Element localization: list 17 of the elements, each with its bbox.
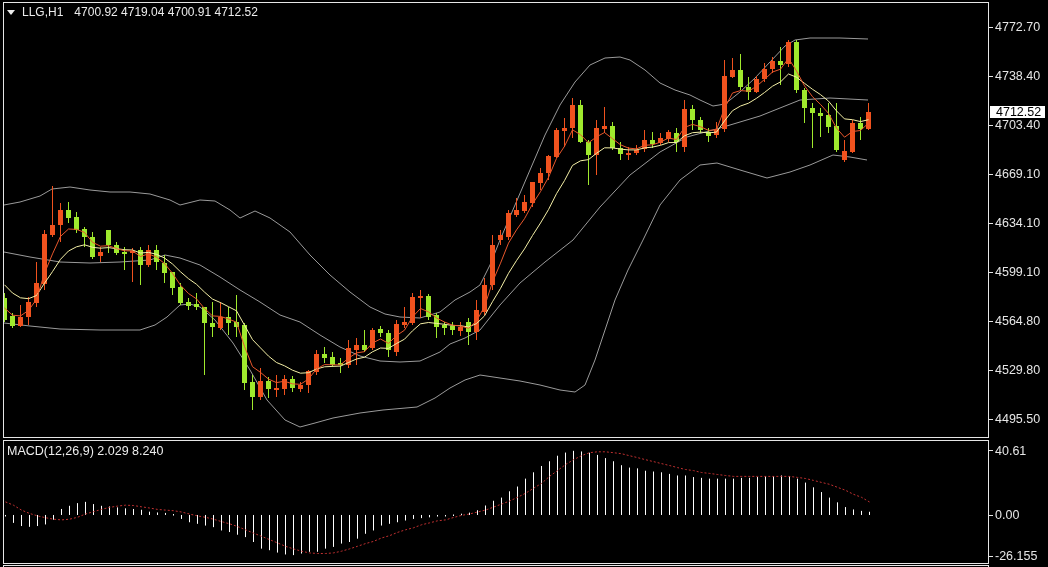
- macd-axis-label: -26.155: [995, 549, 1038, 564]
- price-axis-label: 4772.70: [995, 20, 1041, 34]
- price-axis-label: 4564.80: [995, 314, 1041, 328]
- price-axis-label: 4738.40: [995, 69, 1041, 83]
- macd-axis-label: 0.00: [995, 508, 1020, 522]
- price-axis-label: 4495.50: [995, 412, 1041, 426]
- price-axis-label: 4634.10: [995, 216, 1041, 230]
- price-axis-label: 4703.40: [995, 118, 1041, 132]
- price-axis-label: 4529.80: [995, 363, 1041, 377]
- price-axis-label: 4599.10: [995, 265, 1041, 279]
- caret-icon[interactable]: [7, 9, 15, 15]
- macd-title: MACD(12,26,9) 2.029 8.240: [7, 444, 164, 458]
- macd-axis-label: 40.61: [995, 443, 1027, 458]
- price-axis-label: 4669.10: [995, 167, 1041, 181]
- symbol-label: LLG,H1: [22, 5, 64, 19]
- current-price-label: 4712.52: [990, 106, 1046, 118]
- quote-values: 4700.92 4719.04 4700.91 4712.52: [74, 5, 258, 19]
